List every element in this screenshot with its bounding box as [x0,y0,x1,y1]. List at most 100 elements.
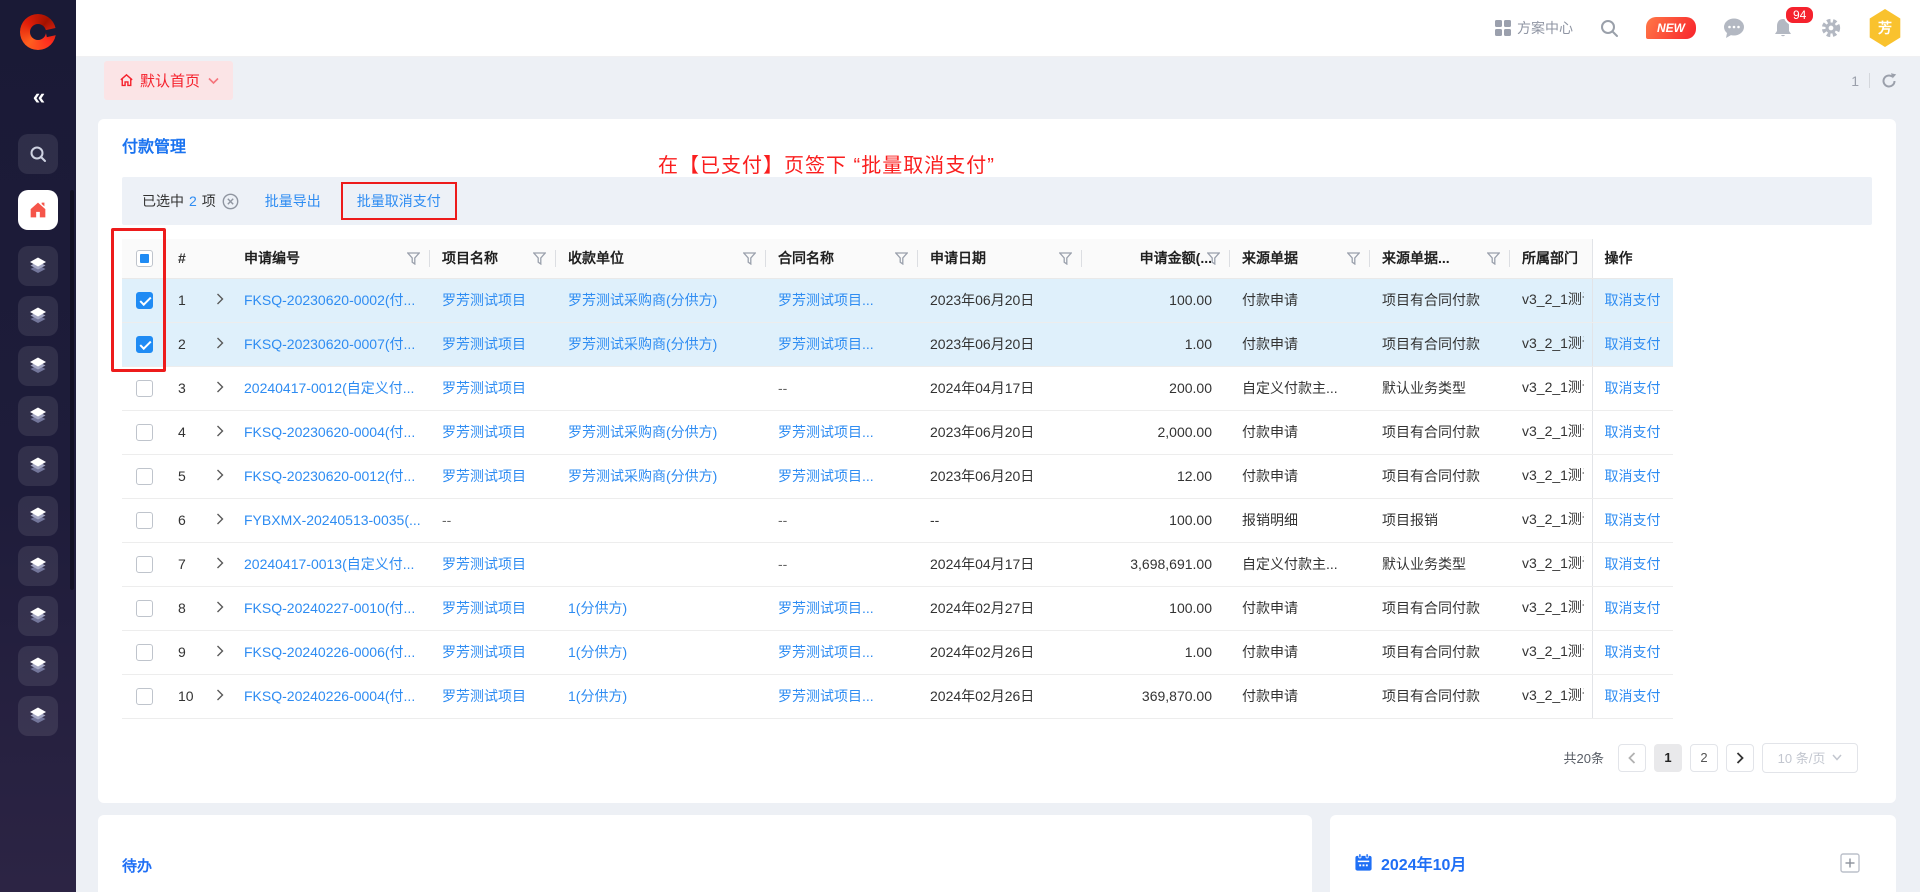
tab-default-home[interactable]: 默认首页 [104,61,233,100]
project-link[interactable]: 罗芳测试项目 [442,336,526,352]
row-checkbox[interactable] [136,292,153,309]
messages-icon[interactable] [1722,17,1746,39]
gear-icon[interactable] [1820,17,1842,39]
expand-row-icon[interactable] [216,381,224,393]
sidebar-item-module-10[interactable] [18,696,58,736]
application-code-link[interactable]: FYBXMX-20240513-0035(... [244,512,421,528]
payee-link[interactable]: 罗芳测试采购商(分供方) [568,468,717,484]
row-checkbox[interactable] [136,336,153,353]
expand-row-icon[interactable] [216,425,224,437]
application-code-link[interactable]: FKSQ-20230620-0002(付... [244,292,415,308]
contract-link[interactable]: 罗芳测试项目... [778,600,874,616]
filter-icon[interactable] [533,252,546,268]
next-page-button[interactable] [1726,744,1754,772]
payee-link[interactable]: 1(分供方) [568,688,627,704]
contract-link[interactable]: 罗芳测试项目... [778,688,874,704]
filter-icon[interactable] [743,252,756,268]
payee-link[interactable]: 罗芳测试采购商(分供方) [568,424,717,440]
cancel-payment-link[interactable]: 取消支付 [1605,556,1661,572]
application-code-link[interactable]: 20240417-0013(自定义付... [244,556,414,572]
project-link[interactable]: 罗芳测试项目 [442,292,526,308]
sidebar-item-module-2[interactable] [18,296,58,336]
cancel-payment-link[interactable]: 取消支付 [1605,292,1661,308]
row-checkbox[interactable] [136,424,153,441]
avatar[interactable]: 芳 [1868,9,1902,47]
sidebar-search-button[interactable] [18,134,58,174]
row-checkbox[interactable] [136,512,153,529]
batch-cancel-payment-button[interactable]: 批量取消支付 [341,182,457,220]
notifications-bell[interactable]: 94 [1772,17,1794,39]
sidebar-item-module-8[interactable] [18,596,58,636]
contract-link[interactable]: 罗芳测试项目... [778,292,874,308]
filter-icon[interactable] [1347,252,1360,268]
filter-icon[interactable] [1487,252,1500,268]
application-code-link[interactable]: FKSQ-20240227-0010(付... [244,600,415,616]
application-code-link[interactable]: FKSQ-20240226-0004(付... [244,688,415,704]
filter-icon[interactable] [1207,252,1220,268]
sidebar-item-module-7[interactable] [18,546,58,586]
expand-row-icon[interactable] [216,601,224,613]
cancel-payment-link[interactable]: 取消支付 [1605,468,1661,484]
scheme-center-button[interactable]: 方案中心 [1495,18,1573,38]
search-icon[interactable] [1599,18,1620,39]
new-badge[interactable]: NEW [1646,17,1696,39]
add-event-icon[interactable] [1840,853,1860,873]
sidebar-item-module-6[interactable] [18,496,58,536]
refresh-icon[interactable] [1880,72,1898,90]
filter-icon[interactable] [895,252,908,268]
project-link[interactable]: 罗芳测试项目 [442,600,526,616]
collapse-sidebar-icon[interactable]: « [33,86,43,108]
row-checkbox[interactable] [136,556,153,573]
cancel-payment-link[interactable]: 取消支付 [1605,512,1661,528]
contract-link[interactable]: 罗芳测试项目... [778,644,874,660]
expand-row-icon[interactable] [216,337,224,349]
contract-link[interactable]: 罗芳测试项目... [778,424,874,440]
payee-link[interactable]: 1(分供方) [568,600,627,616]
expand-row-icon[interactable] [216,293,224,305]
project-link[interactable]: 罗芳测试项目 [442,688,526,704]
contract-link[interactable]: 罗芳测试项目... [778,336,874,352]
contract-link[interactable]: 罗芳测试项目... [778,468,874,484]
batch-export-button[interactable]: 批量导出 [265,191,321,211]
payee-link[interactable]: 罗芳测试采购商(分供方) [568,292,717,308]
project-link[interactable]: 罗芳测试项目 [442,424,526,440]
sidebar-item-module-9[interactable] [18,646,58,686]
cancel-payment-link[interactable]: 取消支付 [1605,688,1661,704]
expand-row-icon[interactable] [216,689,224,701]
row-checkbox[interactable] [136,600,153,617]
expand-row-icon[interactable] [216,469,224,481]
application-code-link[interactable]: FKSQ-20230620-0004(付... [244,424,415,440]
cancel-payment-link[interactable]: 取消支付 [1605,644,1661,660]
application-code-link[interactable]: FKSQ-20240226-0006(付... [244,644,415,660]
application-code-link[interactable]: FKSQ-20230620-0012(付... [244,468,415,484]
project-link[interactable]: 罗芳测试项目 [442,380,526,396]
payee-link[interactable]: 1(分供方) [568,644,627,660]
expand-row-icon[interactable] [216,513,224,525]
sidebar-item-module-3[interactable] [18,346,58,386]
payee-link[interactable]: 罗芳测试采购商(分供方) [568,336,717,352]
row-checkbox[interactable] [136,380,153,397]
sidebar-item-home[interactable] [18,190,58,230]
page-size-select[interactable]: 10 条/页 [1762,743,1858,773]
sidebar-scrollbar[interactable] [70,190,74,590]
sidebar-item-module-4[interactable] [18,396,58,436]
project-link[interactable]: 罗芳测试项目 [442,556,526,572]
sidebar-item-module-5[interactable] [18,446,58,486]
filter-icon[interactable] [1059,252,1072,268]
project-link[interactable]: 罗芳测试项目 [442,644,526,660]
sidebar-item-module-1[interactable] [18,246,58,286]
expand-row-icon[interactable] [216,645,224,657]
cancel-payment-link[interactable]: 取消支付 [1605,424,1661,440]
cancel-payment-link[interactable]: 取消支付 [1605,600,1661,616]
project-link[interactable]: 罗芳测试项目 [442,468,526,484]
prev-page-button[interactable] [1618,744,1646,772]
cancel-payment-link[interactable]: 取消支付 [1605,380,1661,396]
page-1-button[interactable]: 1 [1654,744,1682,772]
application-code-link[interactable]: FKSQ-20230620-0007(付... [244,336,415,352]
page-2-button[interactable]: 2 [1690,744,1718,772]
row-checkbox[interactable] [136,644,153,661]
select-all-checkbox[interactable] [136,250,153,267]
expand-row-icon[interactable] [216,557,224,569]
clear-selection-icon[interactable] [222,193,239,210]
application-code-link[interactable]: 20240417-0012(自定义付... [244,380,414,396]
